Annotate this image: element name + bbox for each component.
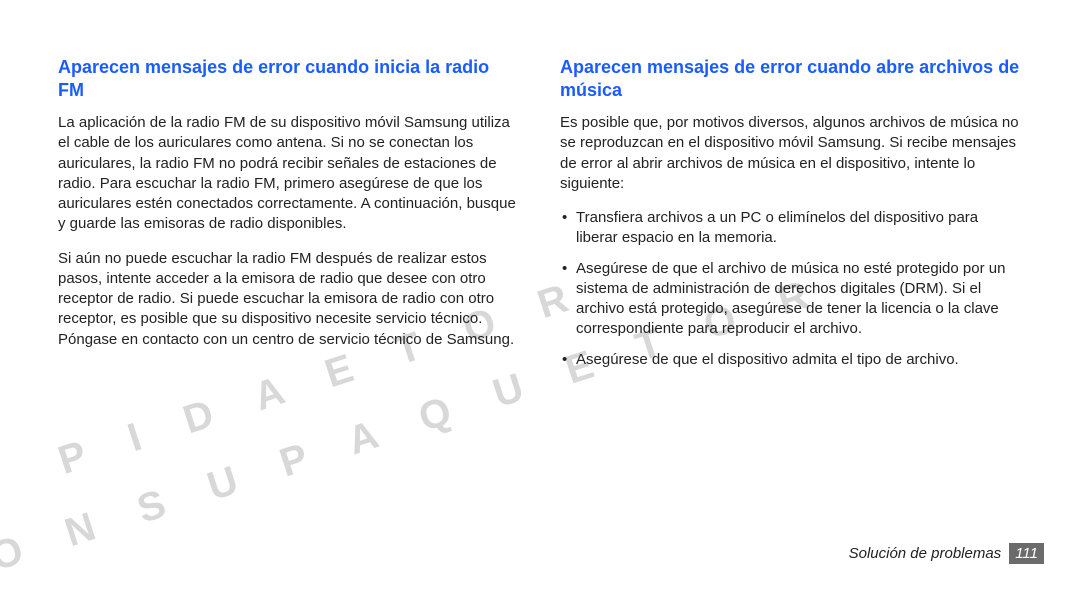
page-footer: Solución de problemas 111 (849, 543, 1044, 564)
page-content: Aparecen mensajes de error cuando inicia… (0, 0, 1080, 380)
bullet-item: Transfiera archivos a un PC o elimínelos… (560, 208, 1022, 249)
right-paragraph-1: Es posible que, por motivos diversos, al… (560, 113, 1022, 194)
bullet-list: Transfiera archivos a un PC o elimínelos… (560, 208, 1022, 370)
left-paragraph-1: La aplicación de la radio FM de su dispo… (58, 113, 520, 235)
bullet-item: Asegúrese de que el archivo de música no… (560, 259, 1022, 340)
left-paragraph-2: Si aún no puede escuchar la radio FM des… (58, 249, 520, 350)
left-column: Aparecen mensajes de error cuando inicia… (58, 56, 520, 380)
right-column: Aparecen mensajes de error cuando abre a… (560, 56, 1022, 380)
bullet-item: Asegúrese de que el dispositivo admita e… (560, 350, 1022, 370)
footer-section-label: Solución de problemas (849, 545, 1002, 562)
right-heading: Aparecen mensajes de error cuando abre a… (560, 56, 1022, 101)
page-number: 111 (1009, 543, 1044, 564)
left-heading: Aparecen mensajes de error cuando inicia… (58, 56, 520, 101)
